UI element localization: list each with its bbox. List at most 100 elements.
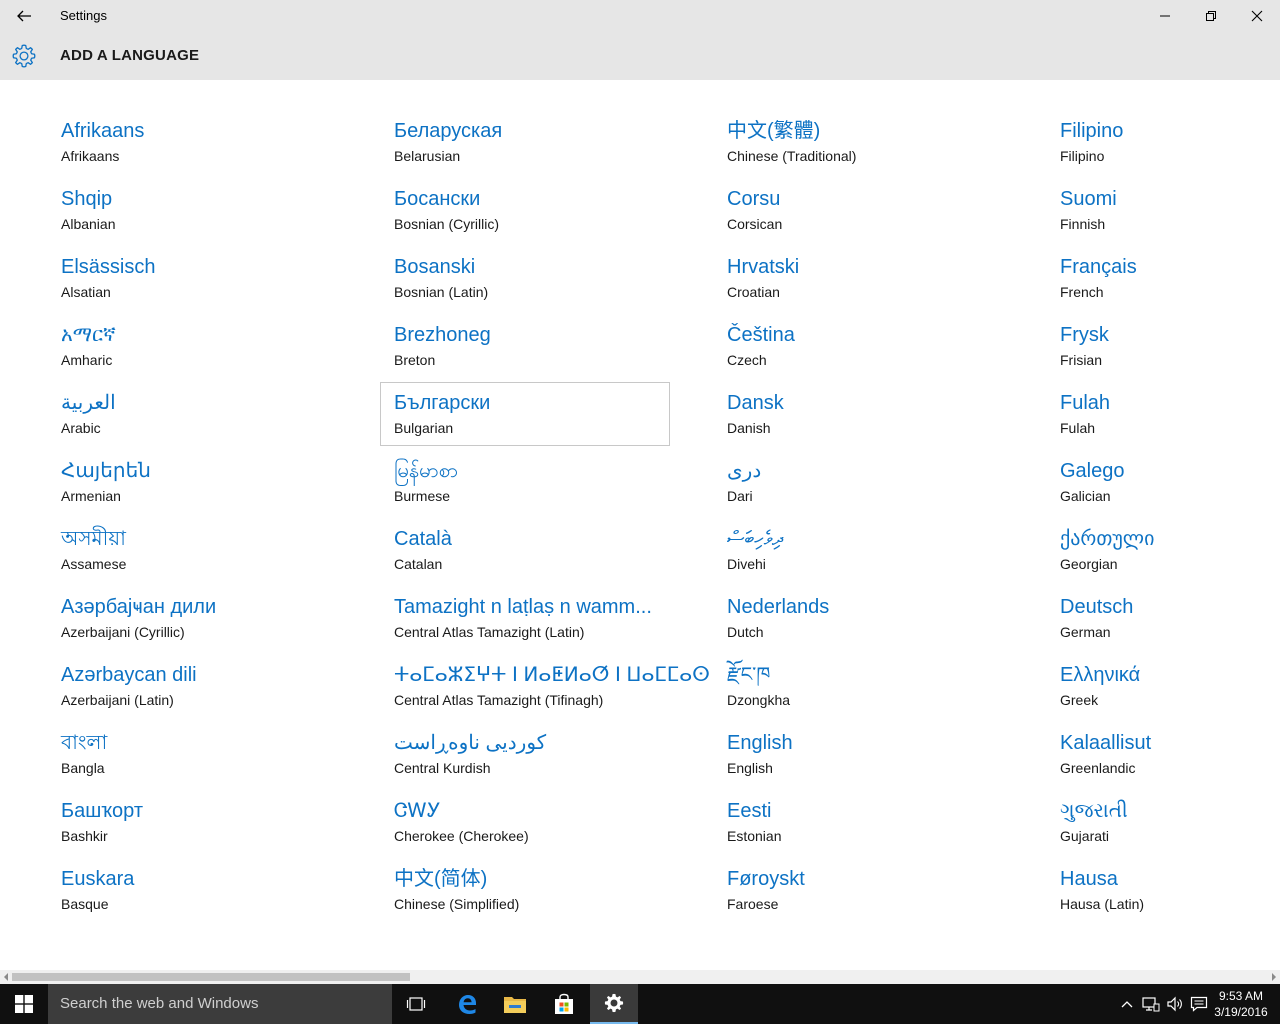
language-item[interactable]: Català Catalan (394, 502, 684, 572)
language-item[interactable]: Азәрбајҹан дили Azerbaijani (Cyrillic) (61, 570, 351, 640)
language-item[interactable]: Shqip Albanian (61, 162, 351, 232)
page-title: ADD A LANGUAGE (60, 47, 200, 64)
language-item[interactable]: Dansk Danish (727, 366, 1017, 436)
notification-icon (1190, 996, 1208, 1012)
language-item[interactable]: Eesti Estonian (727, 774, 1017, 844)
language-native-name: English (727, 732, 793, 754)
network-icon (1142, 997, 1160, 1012)
language-native-name: Eesti (727, 800, 772, 822)
language-native-name: کوردیی ناوەڕاست (394, 732, 547, 754)
language-item[interactable]: کوردیی ناوەڕاست Central Kurdish (394, 706, 684, 776)
language-item[interactable]: 中文(繁體) Chinese (Traditional) (727, 94, 1017, 164)
language-native-name: Català (394, 528, 452, 550)
language-english-name: Hausa (Latin) (1060, 896, 1145, 912)
language-native-name: Elsässisch (61, 256, 156, 278)
language-native-name: ދިވެހިބަސް (727, 528, 783, 550)
language-item[interactable]: ᏣᎳᎩ Cherokee (Cherokee) (394, 774, 684, 844)
language-item[interactable]: Босански Bosnian (Cyrillic) (394, 162, 684, 232)
language-native-name: Deutsch (1060, 596, 1134, 618)
edge-button[interactable] (443, 984, 491, 1024)
start-button[interactable] (0, 984, 48, 1024)
language-item[interactable]: አማርኛ Amharic (61, 298, 351, 368)
language-item[interactable]: Brezhoneg Breton (394, 298, 684, 368)
language-native-name: ⵜⴰⵎⴰⵣⵉⵖⵜ ⵏ ⵍⴰⵟⵍⴰⵚ ⵏ ⵡⴰⵎⵎⴰⵙ (394, 664, 710, 686)
scrollbar-thumb[interactable] (12, 973, 410, 981)
language-item[interactable]: Беларуская Belarusian (394, 94, 684, 164)
minimize-icon (1160, 15, 1170, 17)
language-native-name: Fulah (1060, 392, 1111, 414)
network-button[interactable] (1140, 984, 1162, 1024)
language-item[interactable]: Deutsch German (1060, 570, 1280, 640)
store-button[interactable] (540, 984, 588, 1024)
language-item[interactable]: Suomi Finnish (1060, 162, 1280, 232)
task-view-button[interactable] (392, 984, 440, 1024)
language-item[interactable]: Filipino Filipino (1060, 94, 1280, 164)
scroll-right-icon[interactable] (1268, 970, 1280, 984)
language-item[interactable]: Fulah Fulah (1060, 366, 1280, 436)
language-native-name: རྫོང་ཁ (727, 664, 771, 686)
language-native-name: Azərbaycan dili (61, 664, 197, 686)
page-header: ADD A LANGUAGE (0, 32, 1280, 80)
language-item[interactable]: Kalaallisut Greenlandic (1060, 706, 1280, 776)
language-item[interactable]: Euskara Basque (61, 842, 351, 912)
language-native-name: Kalaallisut (1060, 732, 1152, 754)
language-item[interactable]: မြန်မာစာ Burmese (394, 434, 684, 504)
clock[interactable]: 9:53 AM 3/19/2016 (1210, 984, 1272, 1024)
language-item[interactable]: Galego Galician (1060, 434, 1280, 504)
close-button[interactable] (1234, 0, 1280, 32)
language-item[interactable]: ⵜⴰⵎⴰⵣⵉⵖⵜ ⵏ ⵍⴰⵟⵍⴰⵚ ⵏ ⵡⴰⵎⵎⴰⵙ Central Atlas … (394, 638, 710, 708)
language-item[interactable]: Corsu Corsican (727, 162, 1017, 232)
language-item[interactable]: ગુજરાતી Gujarati (1060, 774, 1280, 844)
language-item[interactable]: বাংলা Bangla (61, 706, 351, 776)
language-item[interactable]: Frysk Frisian (1060, 298, 1280, 368)
language-native-name: Bosanski (394, 256, 476, 278)
settings-taskbar-button[interactable] (590, 984, 638, 1024)
minimize-button[interactable] (1142, 0, 1188, 32)
language-list: Afrikaans Afrikaans Shqip Albanian Elsässisc… (0, 80, 1280, 970)
language-item[interactable]: རྫོང་ཁ Dzongkha (727, 638, 1017, 708)
language-native-name: Corsu (727, 188, 781, 210)
language-item[interactable]: Elsässisch Alsatian (61, 230, 351, 300)
language-item[interactable]: Hausa Hausa (Latin) (1060, 842, 1280, 912)
show-hidden-icons-button[interactable] (1118, 984, 1136, 1024)
language-item[interactable]: Hrvatski Croatian (727, 230, 1017, 300)
volume-button[interactable] (1164, 984, 1186, 1024)
language-item[interactable]: Башҡорт Bashkir (61, 774, 351, 844)
store-icon (555, 993, 573, 1014)
language-native-name: Босански (394, 188, 481, 210)
language-item[interactable]: العربية Arabic (61, 366, 351, 436)
language-item[interactable]: ქართული Georgian (1060, 502, 1280, 572)
action-center-button[interactable] (1188, 984, 1210, 1024)
search-box[interactable]: Search the web and Windows (48, 984, 392, 1024)
language-native-name: বাংলা (61, 732, 108, 754)
task-view-icon (406, 997, 426, 1011)
language-native-name: Հայերեն (61, 460, 151, 482)
title-bar: Settings (0, 0, 1280, 32)
language-item[interactable]: অসমীয়া Assamese (61, 502, 351, 572)
language-item[interactable]: Afrikaans Afrikaans (61, 94, 351, 164)
restore-button[interactable] (1188, 0, 1234, 32)
language-item[interactable]: Čeština Czech (727, 298, 1017, 368)
language-item[interactable]: English English (727, 706, 1017, 776)
language-item[interactable]: Føroyskt Faroese (727, 842, 1017, 912)
language-item[interactable]: ދިވެހިބަސް Divehi (727, 502, 1017, 572)
language-native-name: Brezhoneg (394, 324, 491, 346)
language-native-name: Čeština (727, 324, 795, 346)
language-item[interactable]: Nederlands Dutch (727, 570, 1017, 640)
language-item[interactable]: Հայերեն Armenian (61, 434, 351, 504)
language-item[interactable]: دری Dari (727, 434, 1017, 504)
horizontal-scrollbar[interactable] (0, 970, 1280, 984)
speaker-icon (1167, 996, 1182, 1012)
language-item[interactable]: Français French (1060, 230, 1280, 300)
language-native-name: ᏣᎳᎩ (394, 800, 441, 822)
language-native-name: Беларуская (394, 120, 503, 142)
language-item[interactable]: Azərbaycan dili Azerbaijani (Latin) (61, 638, 351, 708)
file-explorer-button[interactable] (491, 984, 539, 1024)
language-item[interactable]: Bosanski Bosnian (Latin) (394, 230, 684, 300)
scroll-left-icon[interactable] (0, 970, 12, 984)
language-item[interactable]: Tamazight n laṭlaṣ n wamm... Central Atla… (394, 570, 684, 640)
back-button[interactable] (0, 0, 48, 32)
language-item[interactable]: Ελληνικά Greek (1060, 638, 1280, 708)
window-title: Settings (60, 8, 107, 23)
language-item[interactable]: 中文(简体) Chinese (Simplified) (394, 842, 684, 912)
